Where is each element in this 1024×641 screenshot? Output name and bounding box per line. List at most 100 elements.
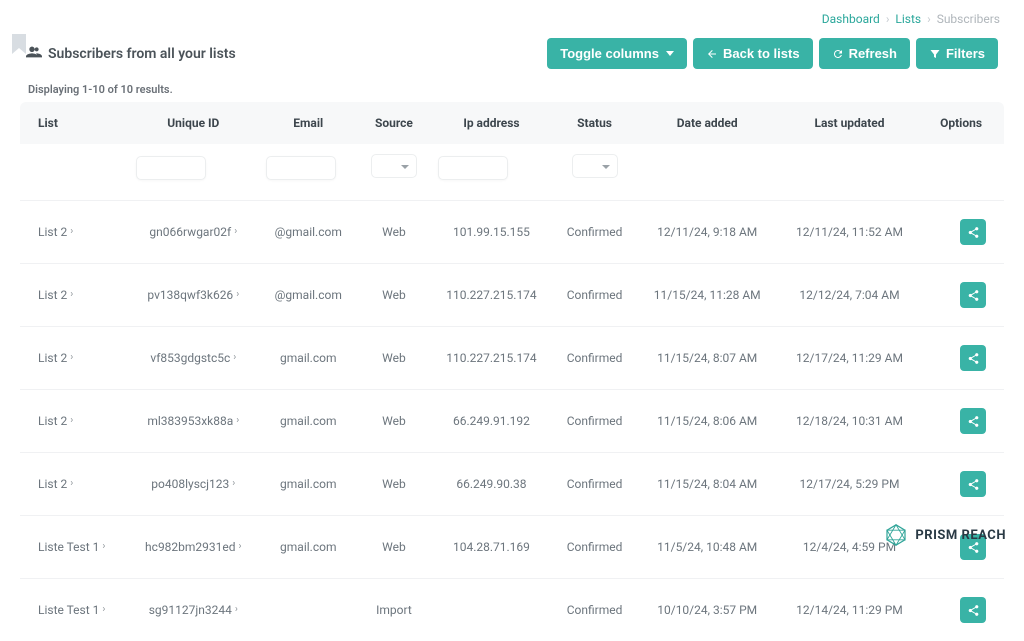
row-options-button[interactable]	[960, 408, 986, 434]
cell-ip: 110.227.215.174	[430, 327, 553, 390]
list-link[interactable]: Liste Test 1›	[38, 603, 105, 617]
chevron-right-icon: ›	[70, 416, 73, 426]
cell-status: Confirmed	[553, 201, 636, 264]
row-options-button[interactable]	[960, 282, 986, 308]
col-email[interactable]: Email	[258, 102, 358, 144]
chevron-right-icon: ›	[70, 479, 73, 489]
list-link[interactable]: List 2›	[38, 477, 73, 491]
cell-date-added: 11/15/24, 11:28 AM	[636, 264, 778, 327]
uid-link[interactable]: vf853gdgstc5c›	[150, 351, 236, 365]
cell-ip: 104.28.71.169	[430, 516, 553, 579]
cell-email: @gmail.com	[258, 201, 358, 264]
row-options-button[interactable]	[960, 471, 986, 497]
brand-logo-icon	[884, 523, 908, 547]
uid-link[interactable]: hc982bm2931ed›	[145, 540, 242, 554]
toggle-columns-button[interactable]: Toggle columns	[547, 38, 687, 69]
table-row: List 2›po408lyscj123›gmail.comWeb66.249.…	[20, 453, 1004, 516]
cell-last-updated: 12/18/24, 10:31 AM	[778, 390, 920, 453]
cell-date-added: 10/10/24, 3:57 PM	[636, 579, 778, 641]
cell-ip: 66.249.90.38	[430, 453, 553, 516]
cell-source: Web	[358, 390, 430, 453]
row-options-button[interactable]	[960, 597, 986, 623]
filter-email-input[interactable]	[266, 156, 336, 180]
uid-link[interactable]: sg91127jn3244›	[149, 603, 238, 617]
chevron-down-icon	[666, 51, 674, 56]
chevron-right-icon: ›	[70, 353, 73, 363]
table-row: Liste Test 1› sg91127jn3244› Import Confirm…	[20, 579, 1004, 641]
breadcrumb-lists[interactable]: Lists	[895, 12, 921, 26]
col-date-added[interactable]: Date added	[636, 102, 778, 144]
cell-source: Web	[358, 516, 430, 579]
cell-date-added: 11/5/24, 10:48 AM	[636, 516, 778, 579]
col-status[interactable]: Status	[553, 102, 636, 144]
list-link[interactable]: List 2›	[38, 225, 73, 239]
back-to-lists-button[interactable]: Back to lists	[693, 38, 813, 69]
cell-source: Web	[358, 327, 430, 390]
page-title: Subscribers from all your lists	[26, 45, 236, 63]
col-source[interactable]: Source	[358, 102, 430, 144]
table-row: List 2›ml383953xk88a›gmail.comWeb66.249.…	[20, 390, 1004, 453]
filter-unique-id-input[interactable]	[136, 156, 206, 180]
breadcrumb-sep: ›	[924, 12, 934, 26]
page-title-text: Subscribers from all your lists	[48, 46, 236, 62]
breadcrumb-current: Subscribers	[937, 12, 1000, 26]
row-options-button[interactable]	[960, 345, 986, 371]
table-row: List 2›pv138qwf3k626›@gmail.comWeb110.22…	[20, 264, 1004, 327]
col-unique-id[interactable]: Unique ID	[128, 102, 258, 144]
chevron-right-icon: ›	[236, 290, 239, 300]
col-last-updated[interactable]: Last updated	[778, 102, 920, 144]
table-row: List 2› gn066rwgar02f› @gmail.comWeb101.99…	[20, 201, 1004, 264]
list-link[interactable]: Liste Test 1›	[38, 540, 105, 554]
list-link[interactable]: List 2›	[38, 288, 73, 302]
filter-ip-input[interactable]	[438, 156, 508, 180]
uid-link[interactable]: gn066rwgar02f›	[149, 225, 237, 239]
row-options-button[interactable]	[960, 219, 986, 245]
cell-email: gmail.com	[258, 453, 358, 516]
chevron-right-icon: ›	[235, 605, 238, 615]
cell-source: Import	[358, 579, 430, 641]
list-link[interactable]: List 2›	[38, 414, 73, 428]
filter-status-select[interactable]	[572, 154, 618, 178]
cell-last-updated: 12/12/24, 7:04 AM	[778, 264, 920, 327]
cell-email: gmail.com	[258, 516, 358, 579]
arrow-left-icon	[706, 48, 718, 60]
table-row: List 2› vf853gdgstc5c› gmail.comWeb110.227…	[20, 327, 1004, 390]
filter-row	[20, 144, 1004, 201]
cell-ip: 101.99.15.155	[430, 201, 553, 264]
uid-link[interactable]: pv138qwf3k626›	[147, 288, 239, 302]
filter-source-select[interactable]	[371, 154, 417, 178]
col-ip[interactable]: Ip address	[430, 102, 553, 144]
filters-label: Filters	[946, 46, 985, 61]
breadcrumb: Dashboard › Lists › Subscribers	[0, 0, 1024, 30]
back-to-lists-label: Back to lists	[723, 46, 800, 61]
list-link[interactable]: List 2›	[38, 351, 73, 365]
uid-link[interactable]: po408lyscj123›	[151, 477, 235, 491]
chevron-right-icon: ›	[102, 542, 105, 552]
uid-link[interactable]: ml383953xk88a›	[147, 414, 239, 428]
chevron-right-icon: ›	[236, 416, 239, 426]
cell-email: gmail.com	[258, 327, 358, 390]
cell-date-added: 11/15/24, 8:04 AM	[636, 453, 778, 516]
cell-status: Confirmed	[553, 453, 636, 516]
cell-source: Web	[358, 264, 430, 327]
col-list[interactable]: List	[20, 102, 128, 144]
brand-watermark: PRISM REACH	[884, 523, 1006, 547]
subscribers-table: List Unique ID Email Source Ip address S…	[20, 102, 1004, 641]
cell-source: Web	[358, 201, 430, 264]
chevron-right-icon: ›	[70, 227, 73, 237]
breadcrumb-dashboard[interactable]: Dashboard	[822, 12, 880, 26]
cell-date-added: 11/15/24, 8:06 AM	[636, 390, 778, 453]
filters-button[interactable]: Filters	[916, 38, 998, 69]
cell-last-updated: 12/17/24, 5:29 PM	[778, 453, 920, 516]
col-options: Options	[921, 102, 1004, 144]
cell-last-updated: 12/14/24, 11:29 PM	[778, 579, 920, 641]
table-row: Liste Test 1›hc982bm2931ed›gmail.comWeb1…	[20, 516, 1004, 579]
refresh-label: Refresh	[849, 46, 897, 61]
refresh-button[interactable]: Refresh	[819, 38, 910, 69]
cell-date-added: 11/15/24, 8:07 AM	[636, 327, 778, 390]
cell-date-added: 12/11/24, 9:18 AM	[636, 201, 778, 264]
cell-status: Confirmed	[553, 579, 636, 641]
cell-email: gmail.com	[258, 390, 358, 453]
cell-status: Confirmed	[553, 327, 636, 390]
chevron-right-icon: ›	[102, 605, 105, 615]
